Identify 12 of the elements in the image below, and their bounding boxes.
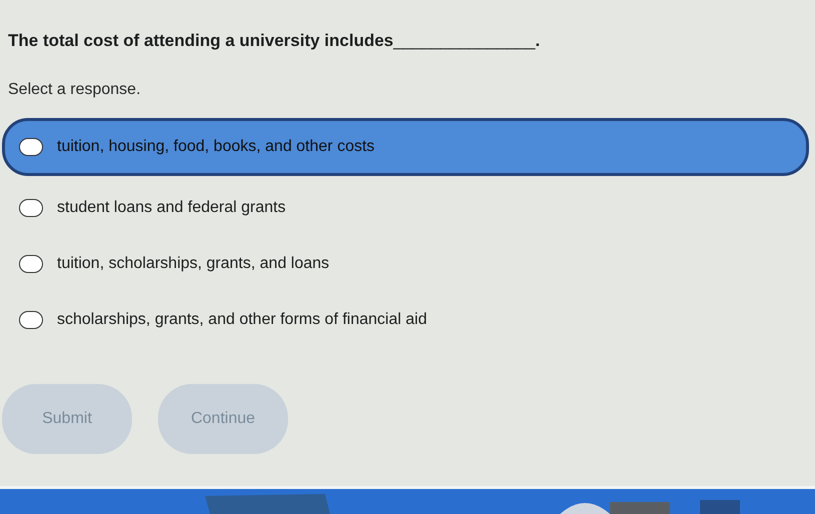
answer-blank: _______________ bbox=[393, 30, 536, 52]
answer-option[interactable]: scholarships, grants, and other forms of financial aid bbox=[2, 296, 809, 344]
answer-option[interactable]: tuition, housing, food, books, and other costs bbox=[2, 118, 809, 176]
instruction-text: Select a response. bbox=[7, 80, 142, 100]
question-period: . bbox=[535, 30, 540, 52]
radio-button[interactable] bbox=[19, 138, 43, 156]
radio-button[interactable] bbox=[19, 310, 43, 328]
radio-button[interactable] bbox=[19, 254, 43, 272]
answer-option[interactable]: tuition, scholarships, grants, and loans bbox=[2, 240, 809, 288]
answer-option[interactable]: student loans and federal grants bbox=[2, 184, 809, 232]
question-text: The total cost of attending a university includes bbox=[8, 30, 394, 52]
radio-button[interactable] bbox=[19, 198, 43, 216]
